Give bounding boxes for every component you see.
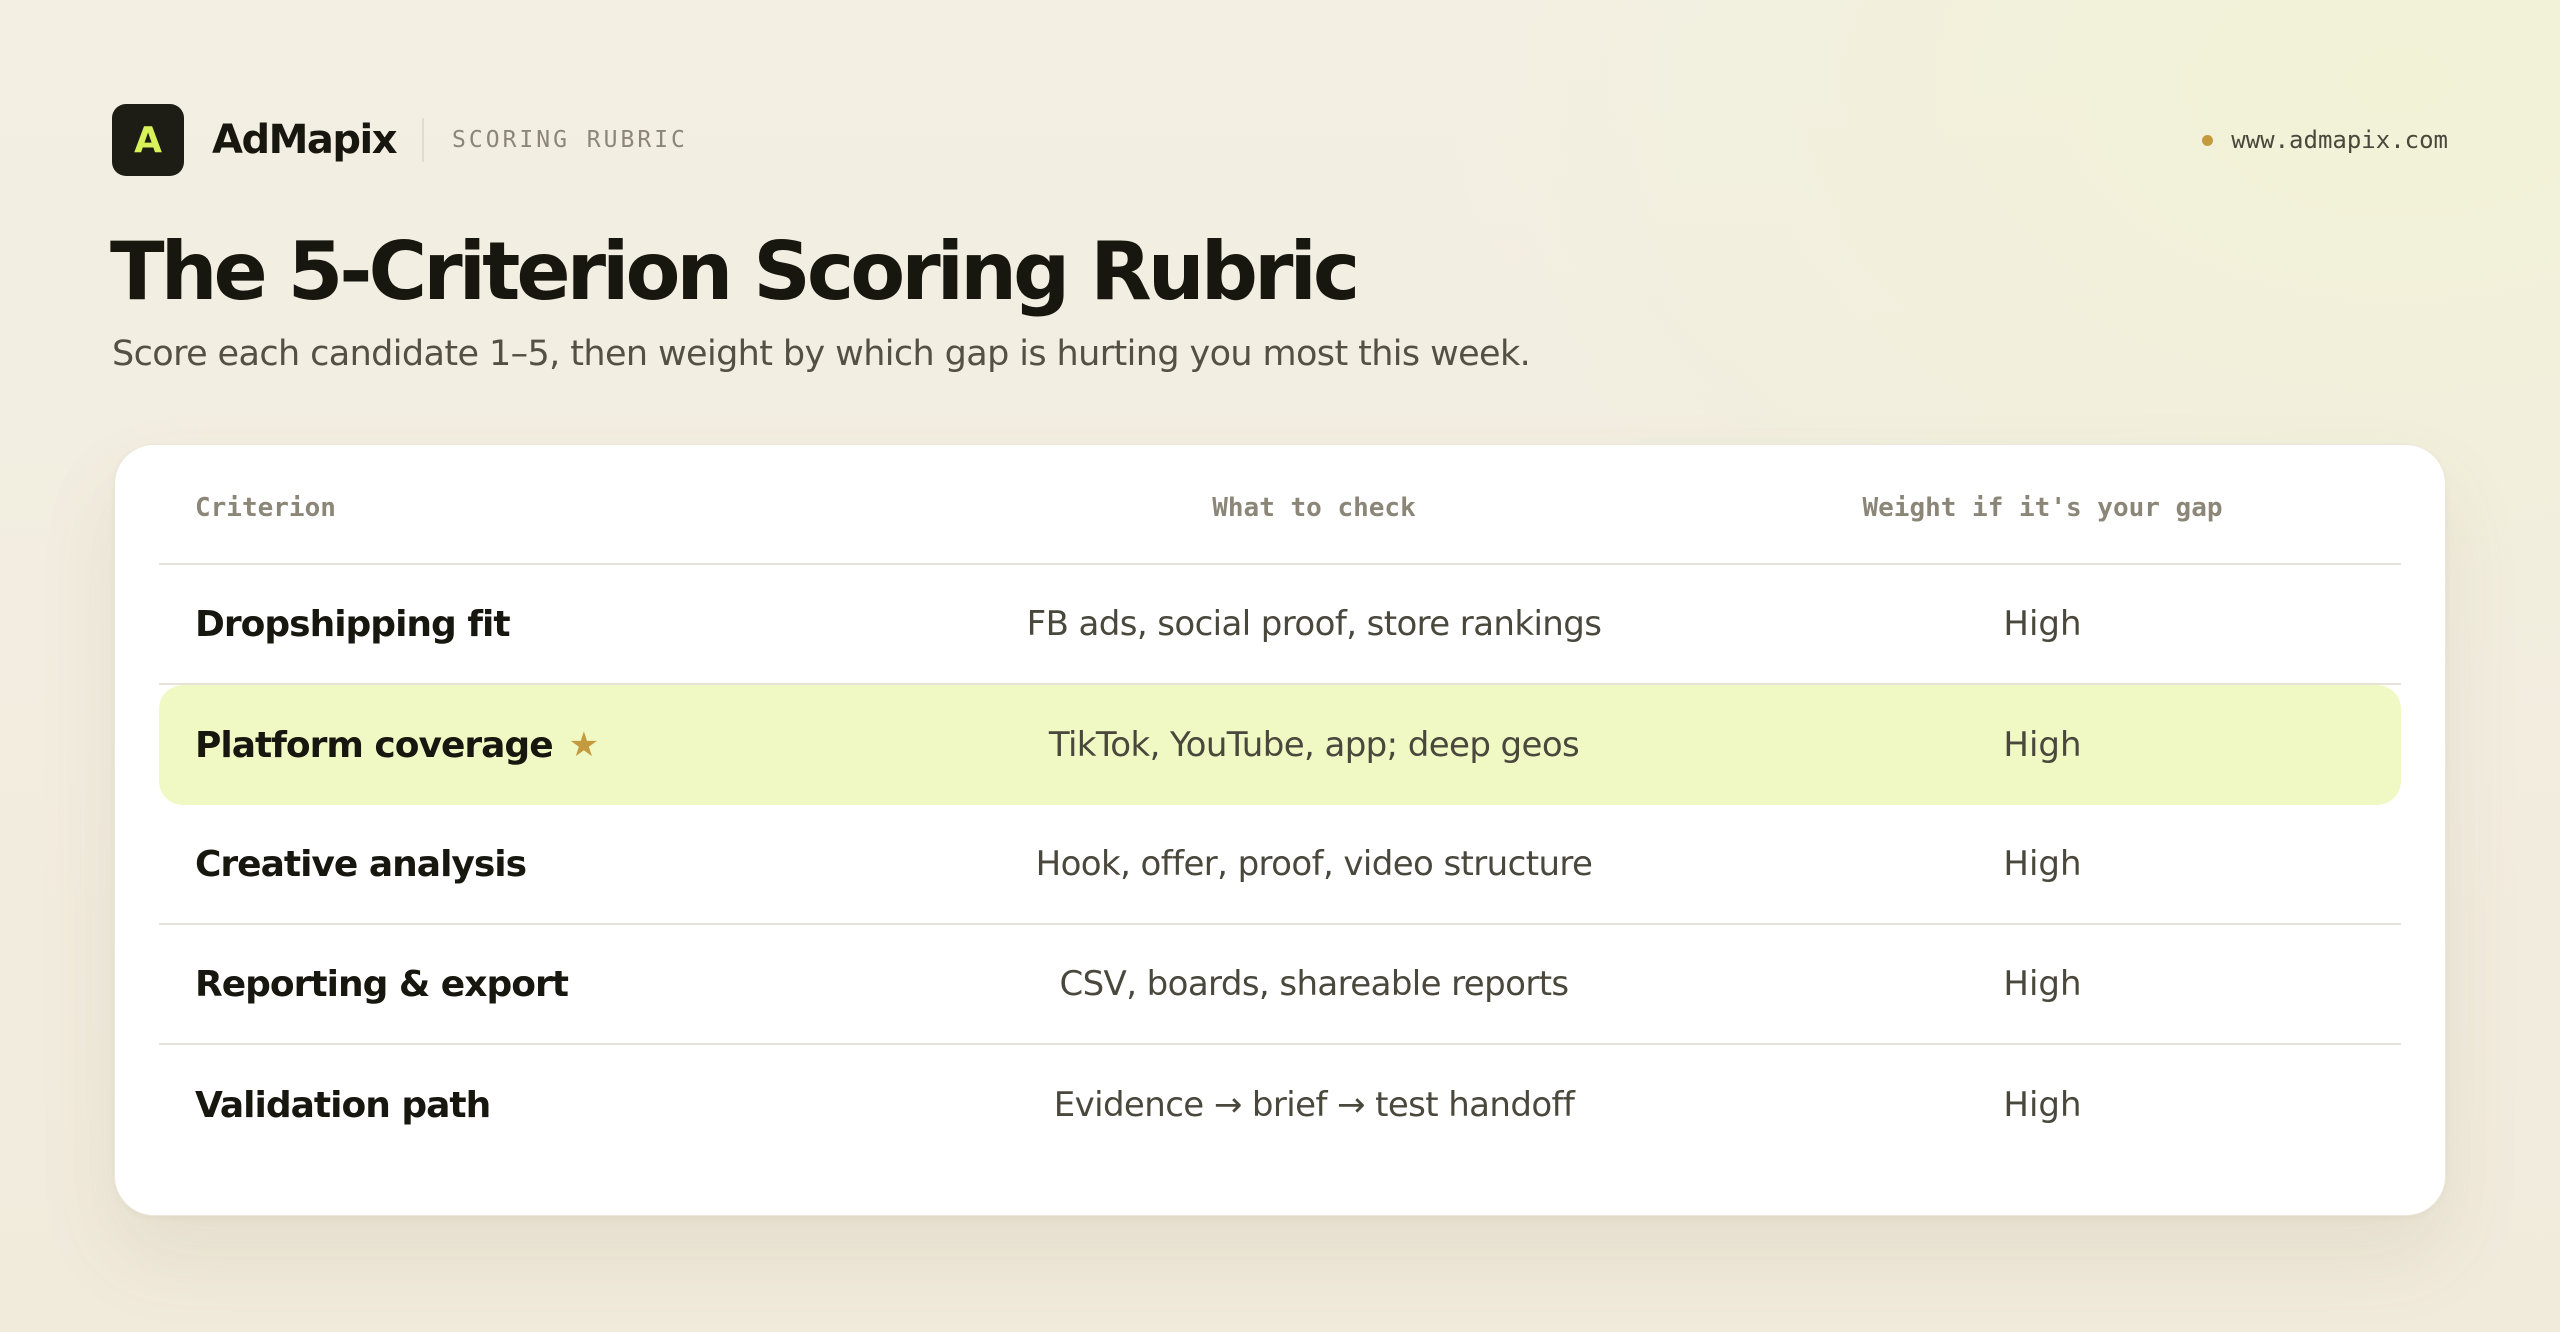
page-subtitle: Score each candidate 1–5, then weight by…: [112, 334, 1531, 374]
criterion-label: Reporting & export: [195, 963, 569, 1005]
header: A AdMapix SCORING RUBRIC www.admapix.com: [112, 104, 2448, 176]
table-row: Validation path Evidence → brief → test …: [159, 1045, 2401, 1165]
check-cell: Hook, offer, proof, video structure: [1035, 844, 1593, 884]
criterion-cell: Platform coverage ★: [159, 725, 904, 766]
criterion-label: Creative analysis: [195, 843, 527, 885]
table-row-highlighted: Platform coverage ★ TikTok, YouTube, app…: [159, 685, 2401, 805]
dot-icon: [2202, 134, 2214, 146]
weight-cell: High: [2003, 1085, 2082, 1125]
criterion-cell: Reporting & export: [159, 964, 904, 1005]
column-header-what-to-check: What to check: [1212, 493, 1416, 523]
column-header-weight: Weight if it's your gap: [1862, 493, 2223, 523]
check-cell: FB ads, social proof, store rankings: [1026, 604, 1602, 644]
weight-cell: High: [2003, 604, 2082, 644]
site-url[interactable]: www.admapix.com: [2231, 126, 2448, 154]
site-link[interactable]: www.admapix.com: [2202, 126, 2448, 154]
check-cell: CSV, boards, shareable reports: [1059, 964, 1569, 1004]
table-row: Reporting & export CSV, boards, shareabl…: [159, 925, 2401, 1045]
criterion-cell: Validation path: [159, 1085, 904, 1126]
page-title: The 5-Criterion Scoring Rubric: [110, 225, 1360, 318]
star-icon: ★: [568, 725, 600, 765]
table-row: Dropshipping fit FB ads, social proof, s…: [159, 565, 2401, 685]
logo-icon: A: [112, 104, 184, 176]
criterion-label: Dropshipping fit: [195, 603, 511, 645]
column-header-criterion: Criterion: [195, 493, 336, 523]
check-cell: Evidence → brief → test handoff: [1053, 1085, 1575, 1125]
check-cell: TikTok, YouTube, app; deep geos: [1048, 725, 1580, 765]
brand-name: AdMapix: [212, 117, 398, 163]
rubric-table: Criterion What to check Weight if it's y…: [159, 445, 2401, 1165]
rubric-card: Criterion What to check Weight if it's y…: [114, 444, 2446, 1216]
criterion-cell: Creative analysis: [159, 844, 904, 885]
section-label: SCORING RUBRIC: [452, 127, 688, 153]
criterion-cell: Dropshipping fit: [159, 604, 904, 645]
criterion-label: Platform coverage: [195, 724, 554, 766]
weight-cell: High: [2003, 844, 2082, 884]
table-row: Creative analysis Hook, offer, proof, vi…: [159, 805, 2401, 925]
table-header: Criterion What to check Weight if it's y…: [159, 445, 2401, 565]
header-divider: [422, 118, 425, 162]
weight-cell: High: [2003, 964, 2082, 1004]
weight-cell: High: [2003, 725, 2082, 765]
criterion-label: Validation path: [195, 1084, 491, 1126]
